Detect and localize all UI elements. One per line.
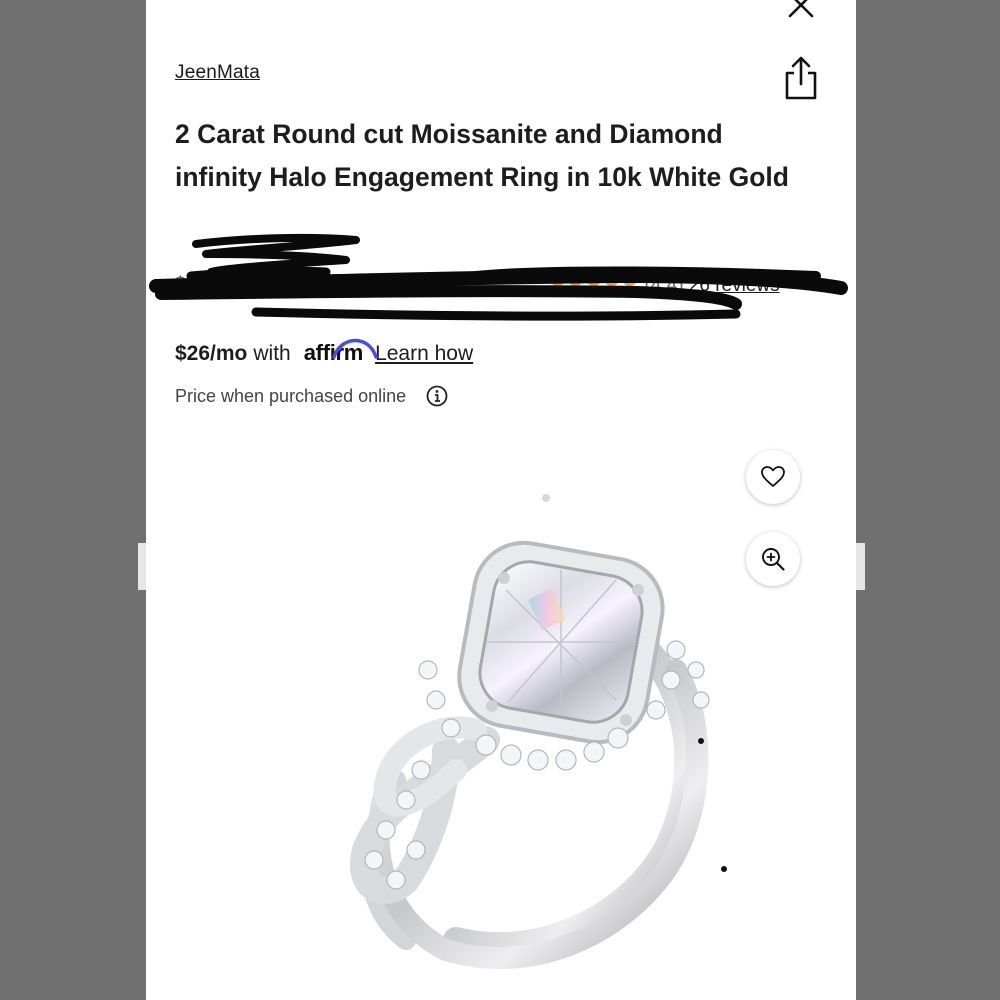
share-button[interactable]: [782, 54, 820, 102]
stray-dot: [698, 738, 704, 744]
zoom-in-icon: [762, 548, 785, 571]
close-icon: [788, 0, 814, 18]
info-icon[interactable]: [426, 385, 448, 407]
price-note: Price when purchased online: [175, 385, 448, 407]
original-price: $399.00: [175, 274, 244, 295]
rating-summary[interactable]: ★★★★★ (4.4) 26 reviews: [549, 274, 780, 297]
affirm-financing-row: $26/mo with affirm Learn how: [175, 332, 473, 366]
product-image[interactable]: [246, 470, 766, 1000]
close-button[interactable]: [786, 0, 816, 20]
rating-value: (4.4): [644, 275, 684, 296]
heart-icon: [761, 466, 785, 487]
price-rating-row: $399.00 ★★★★★ (4.4) 26 reviews: [175, 272, 835, 302]
price-note-text: Price when purchased online: [175, 385, 407, 406]
product-title: 2 Carat Round cut Moissanite and Diamond…: [175, 119, 789, 192]
favorite-button[interactable]: [746, 450, 800, 504]
monthly-payment: $26/mo: [175, 342, 248, 365]
share-icon: [785, 56, 817, 100]
rating-stars: ★★★★★: [549, 275, 640, 296]
affirm-arc-icon: [331, 338, 378, 359]
review-count-link[interactable]: 26 reviews: [689, 275, 780, 296]
affirm-logo: affirm: [304, 338, 378, 366]
learn-how-link[interactable]: Learn how: [375, 342, 473, 366]
product-sheet: JeenMata 2 Carat Round cut Moissanite an…: [146, 0, 856, 1000]
zoom-button[interactable]: [746, 532, 800, 586]
with-text: with: [253, 342, 291, 365]
brand-link[interactable]: JeenMata: [175, 62, 260, 84]
stray-dot: [721, 866, 727, 872]
right-edge-handle: [856, 543, 865, 590]
